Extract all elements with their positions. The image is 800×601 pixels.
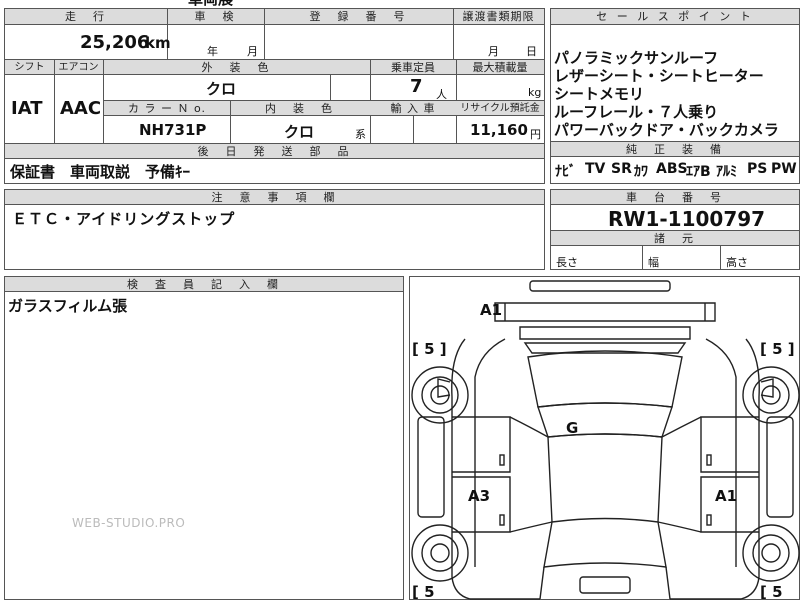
equipment-item: ABS [656,161,688,177]
recycle-value: 11,160 [470,121,528,139]
damage-mark-front: A1 [480,301,503,319]
transfer-month-unit: 月 [488,45,499,58]
shift-value: IAT [11,98,43,119]
chassis-header: 車 台 番 号 [551,190,799,205]
watermark: WEB-STUDIO.PRO [72,516,186,530]
dimension-height: 高さ [726,256,748,269]
equipment-item: PW [771,161,797,177]
max-load-header: 最大積載量 [456,60,544,75]
damage-mark-center: G [566,419,579,437]
equipment-item: SR [611,161,632,177]
sales-points-header: セ ー ル ス ポ イ ン ト [551,9,799,25]
mileage-value: 25,206 [80,32,150,53]
tire-grade-left-front: [ 5 ] [412,340,447,358]
capacity-value: 7 [410,76,423,97]
mileage-unit: km [145,34,171,52]
color-no-value: NH731P [139,121,207,139]
color-no-header: カ ラ ー Ｎ o. [104,101,230,116]
equipment-item: ｱﾙﾐ [716,164,737,180]
interior-color-value: クロ [284,123,315,141]
dimension-width: 幅 [648,256,659,269]
tire-grade-right-front: [ 5 ] [760,340,795,358]
equipment-item: TV [585,161,606,177]
aircon-value: AAC [60,98,102,119]
inspection-month-unit: 月 [247,45,258,58]
inspection-year-unit: 年 [207,45,218,58]
max-load-unit: kg [528,86,542,99]
dimension-length: 長さ [556,256,578,269]
equipment-item: ｶﾜ [634,164,648,180]
inspection-header: 車 検 [167,9,264,25]
capacity-header: 乗車定員 [370,60,456,75]
dimensions-header: 諸 元 [551,231,799,246]
genuine-equipment-header: 純 正 装 備 [551,142,799,157]
accessories-value: 保証書 車両取説 予備ｷｰ [10,163,191,181]
equipment-item: ﾅﾋﾞ [555,164,576,180]
accessories-header: 後 日 発 送 部 品 [5,144,544,159]
equipment-item: ｴｱB [686,164,711,180]
car-damage-diagram: A1 G A3 A1 [ 5 ] [ 5 ] [ 5 [ 5 [409,276,800,601]
inspector-header: 検 査 員 記 入 欄 [5,277,403,292]
car-outline [411,280,800,600]
inspector-box [4,276,404,600]
tire-grade-left-rear: [ 5 [412,583,435,601]
chassis-value: RW1-1100797 [608,207,766,231]
mileage-header: 走 行 [5,9,167,25]
recycle-unit: 円 [530,128,541,141]
interior-color-suffix: 系 [355,128,366,141]
damage-mark-right: A1 [715,487,738,505]
inspector-value: ガラスフィルム張 [8,297,128,315]
transfer-day-unit: 日 [526,45,537,58]
shift-header: シフト [5,60,54,75]
tire-grade-right-rear: [ 5 [760,583,783,601]
recycle-header: リサイクル預託金 [456,101,544,116]
aircon-header: エアコン [54,60,103,75]
exterior-color-header: 外 装 色 [103,60,370,75]
transfer-deadline-header: 譲渡書類期限 [453,9,544,25]
damage-mark-left: A3 [468,487,491,505]
sales-point-line: パワーバックドア・バックカメラ [554,121,779,139]
interior-color-header: 内 装 色 [230,101,370,116]
exterior-color-value: クロ [206,80,237,98]
equipment-item: PS [747,161,768,177]
import-header: 輸 入 車 [370,101,456,116]
notes-header: 注 意 事 項 欄 [5,190,544,205]
registration-header: 登 録 番 号 [264,9,453,25]
notes-value: ＥＴＣ・アイドリングストップ [12,210,236,228]
top-fragment: 車両展 [188,0,233,9]
